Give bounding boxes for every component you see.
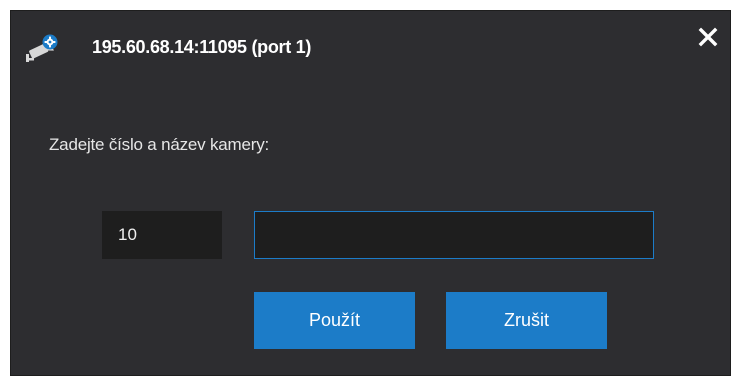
camera-prompt-label: Zadejte číslo a název kamery: (49, 135, 270, 154)
camera-name-field[interactable] (254, 211, 654, 259)
camera-dialog: 195.60.68.14:11095 (port 1) Zadejte čísl… (10, 10, 731, 376)
camera-number-field[interactable] (102, 211, 222, 259)
cancel-button[interactable]: Zrušit (446, 292, 607, 349)
dialog-title: 195.60.68.14:11095 (port 1) (92, 37, 312, 57)
camera-settings-icon (24, 34, 60, 64)
apply-button[interactable]: Použít (254, 292, 415, 349)
close-icon[interactable] (696, 25, 720, 49)
